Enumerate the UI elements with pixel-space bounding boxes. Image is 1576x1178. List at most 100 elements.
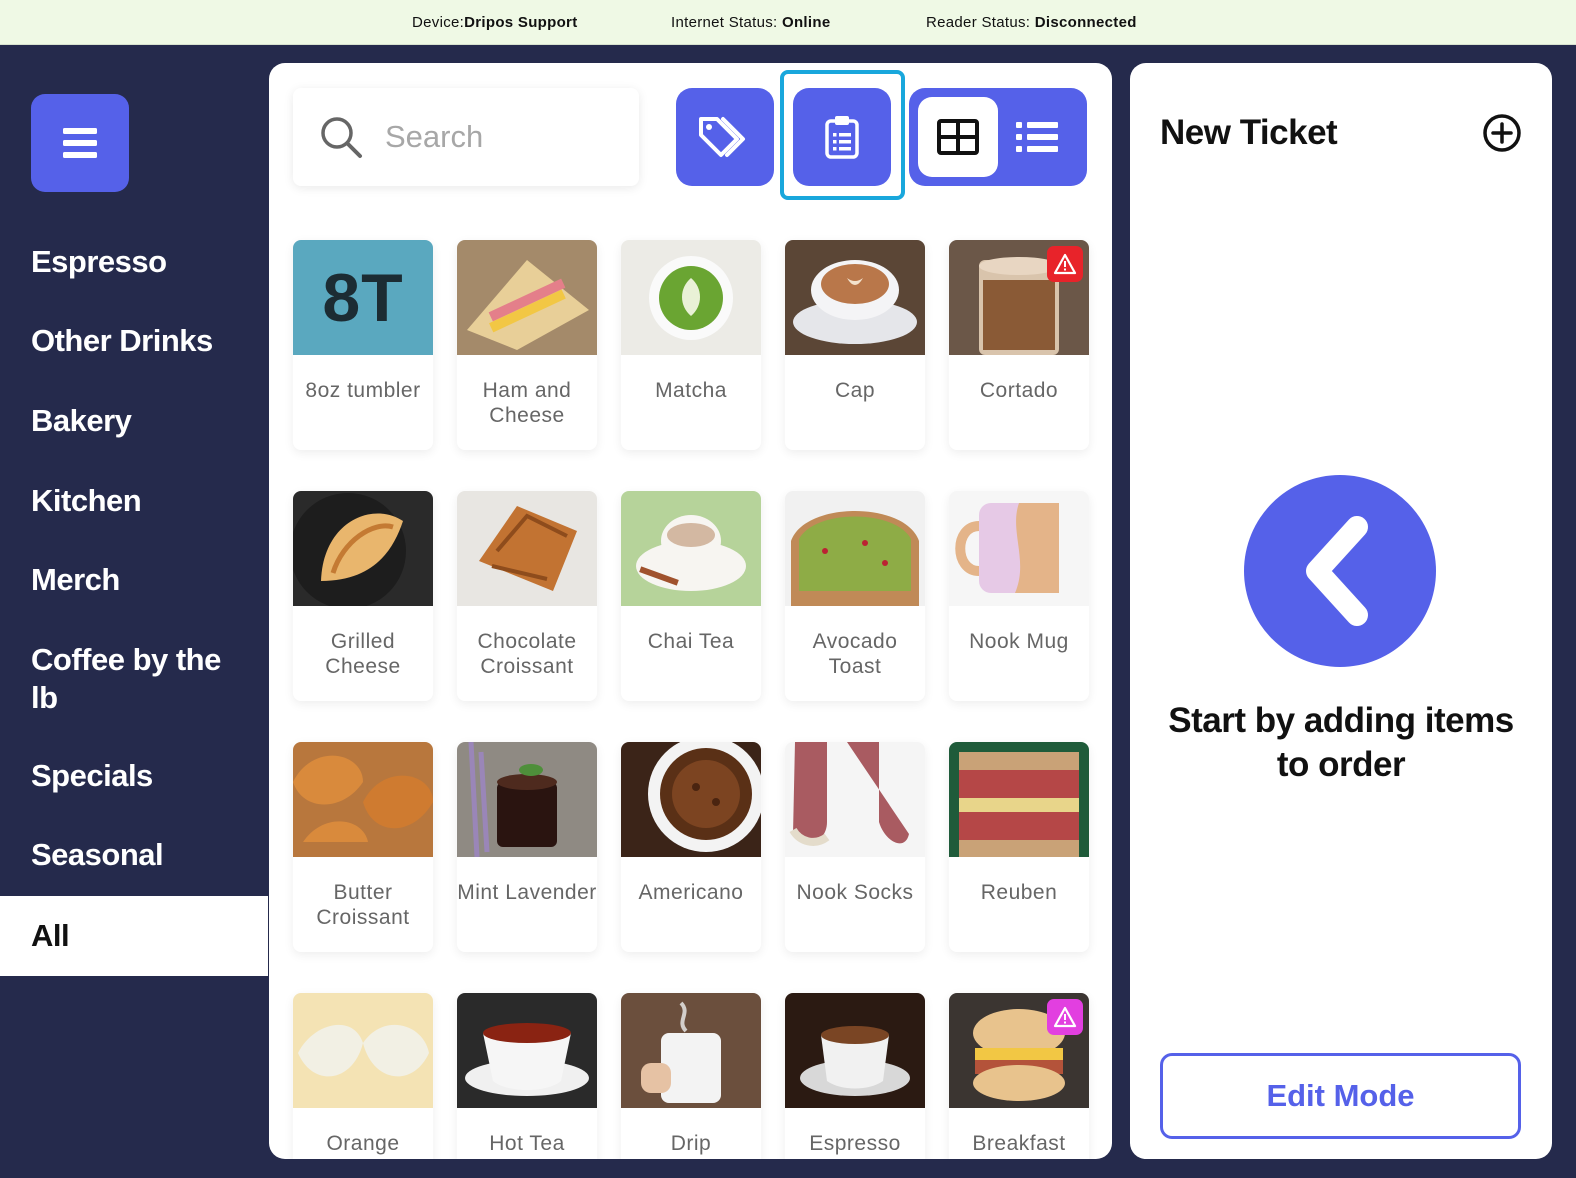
product-image	[785, 742, 925, 857]
edit-mode-button[interactable]: Edit Mode	[1160, 1053, 1521, 1139]
product-image	[457, 491, 597, 606]
product-name: Breakfast	[972, 1132, 1066, 1155]
view-toggle	[909, 88, 1087, 186]
product-name: Hot Tea	[489, 1132, 565, 1155]
device-label: Device:	[412, 14, 465, 31]
sidebar-item-seasonal[interactable]: Seasonal	[0, 836, 268, 874]
product-image	[293, 742, 433, 857]
discounts-button[interactable]	[676, 88, 774, 186]
product-image	[621, 993, 761, 1108]
sidebar-item-espresso[interactable]: Espresso	[0, 243, 268, 281]
product-image	[457, 742, 597, 857]
list-view-button[interactable]	[997, 97, 1077, 177]
sidebar-item-coffee-by-the-lb[interactable]: Coffee by the lb	[0, 641, 240, 717]
ticket-title: New Ticket	[1160, 113, 1338, 152]
product-card[interactable]: Grilled Cheese	[293, 491, 433, 701]
clipboard-icon	[825, 116, 859, 159]
sidebar-item-other-drinks[interactable]: Other Drinks	[0, 322, 268, 360]
product-name: Chai Tea	[647, 630, 735, 653]
search-icon	[321, 117, 362, 158]
product-name: Orange	[326, 1132, 400, 1155]
product-image	[621, 742, 761, 857]
search-input[interactable]: Search	[293, 88, 639, 186]
tags-icon	[699, 117, 745, 157]
clipboard-button[interactable]	[793, 88, 891, 186]
grid-view-icon	[937, 119, 979, 155]
sidebar-item-specials[interactable]: Specials	[0, 757, 268, 795]
product-card[interactable]: Americano	[621, 742, 761, 952]
product-name: Reuben	[980, 881, 1058, 904]
product-card[interactable]: Drip	[621, 993, 761, 1159]
product-image	[621, 491, 761, 606]
product-name: Nook Mug	[969, 630, 1069, 653]
product-image	[785, 240, 925, 355]
hamburger-icon	[63, 128, 97, 158]
product-card[interactable]: Butter Croissant	[293, 742, 433, 952]
device-value: Dripos Support	[464, 14, 578, 31]
product-card[interactable]: 8T 8oz tumbler	[293, 240, 433, 450]
product-card[interactable]: Avocado Toast	[785, 491, 925, 701]
product-card[interactable]: Nook Socks	[785, 742, 925, 952]
reader-status: Reader Status: Disconnected	[926, 14, 1137, 31]
product-card[interactable]: Espresso	[785, 993, 925, 1159]
reader-label: Reader Status:	[926, 14, 1035, 31]
product-card[interactable]: Orange	[293, 993, 433, 1159]
product-name: Americano	[638, 881, 744, 904]
product-card[interactable]: Reuben	[949, 742, 1089, 952]
product-card[interactable]: Cortado	[949, 240, 1089, 450]
menu-button[interactable]	[31, 94, 129, 192]
product-name: Mint Lavender	[457, 881, 597, 904]
product-card[interactable]: Matcha	[621, 240, 761, 450]
product-name: Matcha	[655, 379, 727, 402]
plus-circle-icon	[1483, 114, 1521, 152]
product-image	[457, 993, 597, 1108]
product-card[interactable]: Chai Tea	[621, 491, 761, 701]
status-bar: Device:Dripos Support Internet Status: O…	[0, 0, 1576, 45]
product-card[interactable]: Mint Lavender	[457, 742, 597, 952]
product-name: Cortado	[979, 379, 1059, 402]
search-placeholder: Search	[385, 119, 484, 154]
product-name: Cap	[834, 379, 876, 402]
product-card[interactable]: Breakfast	[949, 993, 1089, 1159]
product-image	[621, 240, 761, 355]
warning-icon	[1047, 246, 1083, 282]
product-image	[949, 491, 1089, 606]
internet-value: Online	[782, 14, 831, 31]
product-name: Grilled Cheese	[325, 630, 401, 678]
product-name: Espresso	[809, 1132, 901, 1155]
sidebar-item-kitchen[interactable]: Kitchen	[0, 482, 268, 520]
chevron-left-icon	[1306, 516, 1368, 626]
product-image	[457, 240, 597, 355]
product-name: Nook Socks	[796, 881, 914, 904]
grid-view-button[interactable]	[918, 97, 998, 177]
product-name: Ham and Cheese	[482, 379, 572, 427]
product-card[interactable]: Cap	[785, 240, 925, 450]
sidebar-item-all[interactable]: All	[0, 896, 268, 976]
product-card[interactable]: Nook Mug	[949, 491, 1089, 701]
product-name: Chocolate Croissant	[477, 630, 577, 678]
device-status: Device:Dripos Support	[412, 14, 578, 31]
product-name: Avocado Toast	[812, 630, 898, 678]
product-card[interactable]: Ham and Cheese	[457, 240, 597, 450]
internet-label: Internet Status:	[671, 14, 782, 31]
ticket-panel: New Ticket Start by adding items to orde…	[1130, 63, 1552, 1159]
product-card[interactable]: Chocolate Croissant	[457, 491, 597, 701]
product-image	[293, 993, 433, 1108]
add-ticket-button[interactable]	[1482, 113, 1522, 153]
empty-ticket-message: Start by adding items to order	[1168, 701, 1514, 784]
product-name: 8oz tumbler	[305, 379, 421, 402]
sidebar-item-bakery[interactable]: Bakery	[0, 402, 268, 440]
product-image	[785, 491, 925, 606]
list-view-icon	[1016, 122, 1058, 152]
product-image: 8T	[293, 240, 433, 355]
product-name: Drip	[670, 1132, 712, 1155]
product-image	[949, 742, 1089, 857]
product-image	[785, 993, 925, 1108]
product-card[interactable]: Hot Tea	[457, 993, 597, 1159]
warning-icon	[1047, 999, 1083, 1035]
back-button[interactable]	[1244, 475, 1436, 667]
sidebar-item-merch[interactable]: Merch	[0, 561, 268, 599]
internet-status: Internet Status: Online	[671, 14, 830, 31]
product-name: Butter Croissant	[316, 881, 410, 929]
product-panel: Search 8T 8oz tumbler Ham and Cheese Mat…	[269, 63, 1112, 1159]
